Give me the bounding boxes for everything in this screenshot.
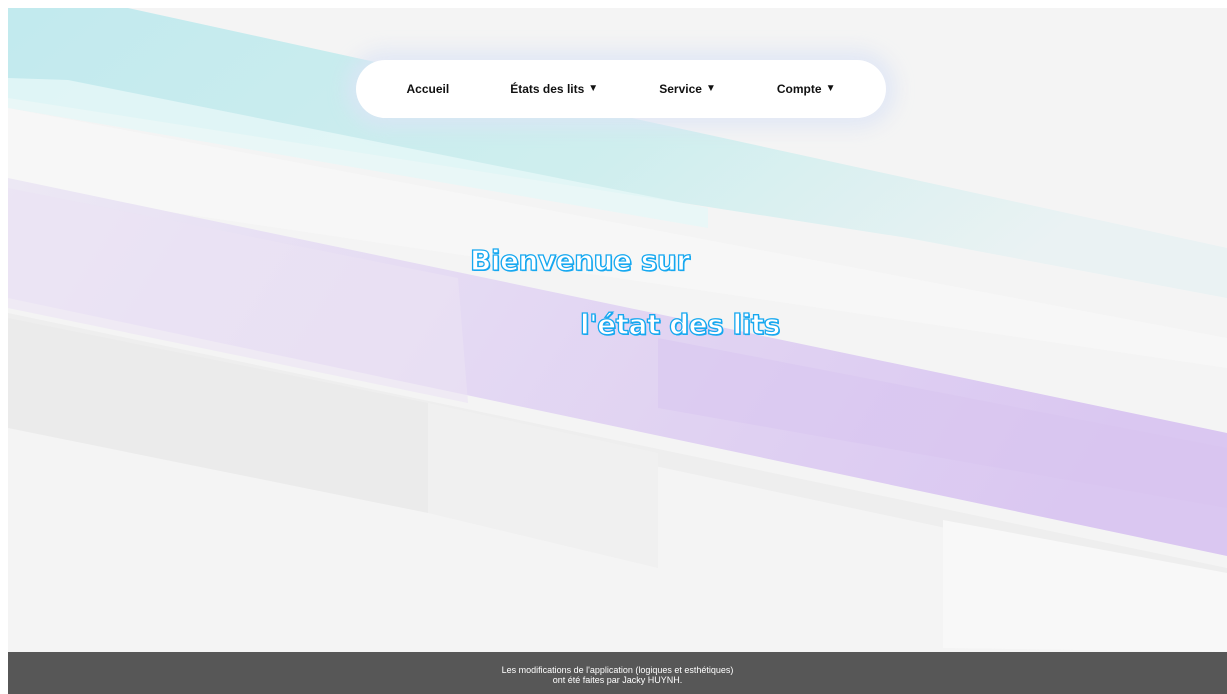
footer-credit-line2: ont été faites par Jacky HUYNH. (552, 675, 683, 685)
footer: Les modifications de l'application (logi… (8, 652, 1227, 694)
nav-item-compte[interactable]: Compte ▼ (777, 82, 836, 96)
caret-down-icon: ▼ (705, 83, 716, 94)
nav-item-service-label: Service (659, 82, 702, 96)
nav-item-accueil[interactable]: Accueil (407, 82, 450, 96)
nav-item-service[interactable]: Service ▼ (659, 82, 716, 96)
page: Accueil États des lits ▼ Service ▼ Compt… (8, 8, 1227, 694)
welcome-title-line2: l'état des lits (579, 307, 781, 341)
nav-item-compte-label: Compte (776, 82, 822, 96)
welcome-title-line1: Bienvenue sur (469, 243, 690, 277)
caret-down-icon: ▼ (588, 83, 599, 94)
caret-down-icon: ▼ (825, 83, 836, 94)
nav-item-etats-des-lits-label: États des lits (510, 82, 585, 96)
nav-bar: Accueil États des lits ▼ Service ▼ Compt… (356, 60, 886, 118)
nav-item-accueil-label: Accueil (406, 82, 450, 96)
footer-credit-line1: Les modifications de l'application (logi… (501, 665, 734, 675)
nav-item-etats-des-lits[interactable]: États des lits ▼ (510, 82, 598, 96)
